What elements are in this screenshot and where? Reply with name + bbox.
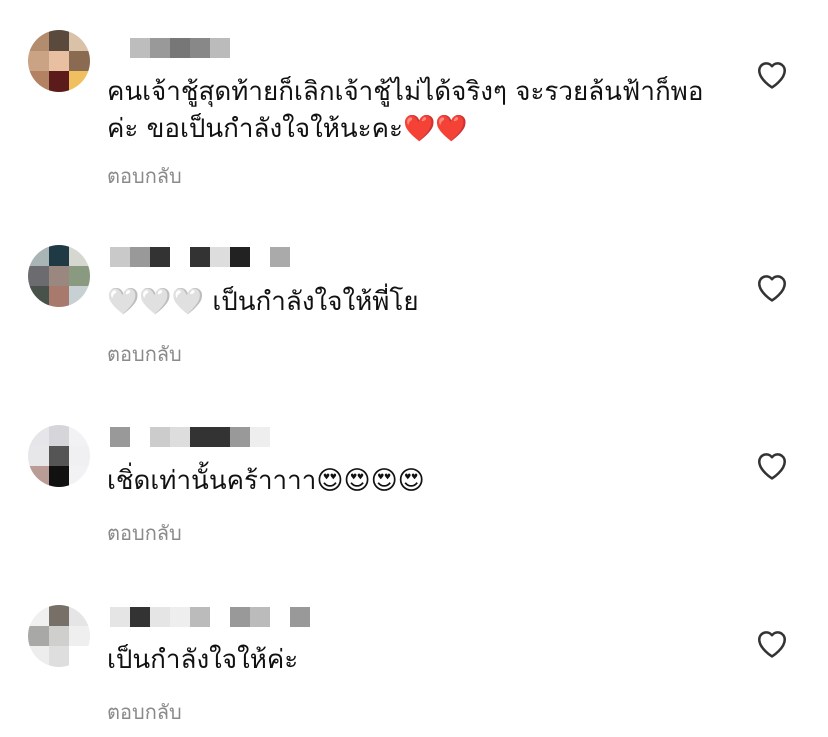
username-pixel — [190, 607, 210, 627]
avatar-pixel — [48, 445, 70, 467]
username-pixel — [130, 38, 150, 58]
heart-emoji: ❤️❤️ — [403, 114, 468, 144]
username-pixel — [110, 427, 130, 447]
heart-eyes-emoji: 😍😍😍😍 — [316, 466, 425, 496]
username-pixel — [150, 38, 170, 58]
comment-body: เป็นกำลังใจให้ค่ะ — [107, 645, 299, 675]
avatar-pixel — [69, 605, 90, 626]
avatar-pixel — [28, 50, 49, 72]
heart-icon[interactable] — [755, 58, 789, 90]
username-pixel — [270, 247, 290, 267]
avatar-pixel — [28, 265, 49, 287]
avatar[interactable] — [28, 605, 90, 667]
username-pixel — [150, 247, 170, 267]
avatar-pixel — [69, 71, 90, 92]
avatar-pixel — [48, 286, 70, 307]
username-pixel — [210, 38, 230, 58]
reply-button[interactable]: ตอบกลับ — [107, 517, 182, 549]
avatar[interactable] — [28, 425, 90, 487]
avatar-pixel — [28, 425, 49, 446]
username-pixel — [210, 607, 230, 627]
reply-button[interactable]: ตอบกลับ — [107, 338, 182, 370]
reply-button[interactable]: ตอบกลับ — [107, 160, 182, 192]
avatar-pixel — [28, 466, 49, 487]
avatar-pixel — [48, 425, 70, 446]
avatar-pixel — [69, 265, 90, 287]
avatar-pixel — [69, 245, 90, 266]
username-pixel — [190, 247, 210, 267]
avatar-pixel — [69, 50, 90, 72]
avatar-pixel — [48, 245, 70, 266]
username[interactable] — [110, 247, 290, 267]
avatar-pixel — [48, 50, 70, 72]
username-pixel — [210, 247, 230, 267]
heart-icon[interactable] — [755, 627, 789, 659]
avatar-pixel — [69, 646, 90, 667]
username-pixel — [130, 427, 150, 447]
heart-icon[interactable] — [755, 271, 789, 303]
username-pixel — [190, 38, 210, 58]
username-pixel — [230, 247, 250, 267]
avatar-pixel — [69, 466, 90, 487]
comment-text: 🤍🤍🤍 เป็นกำลังใจให้พี่โย — [106, 284, 727, 321]
heart-icon[interactable] — [755, 449, 789, 481]
username-pixel — [170, 607, 190, 627]
username-pixel — [250, 607, 270, 627]
comment-body: เชิ่ดเท่านั้นคร้าาาา — [107, 466, 317, 496]
username-pixel — [110, 607, 130, 627]
avatar-pixel — [48, 646, 70, 667]
avatar-pixel — [48, 30, 70, 51]
avatar-pixel — [28, 245, 49, 266]
avatar-pixel — [28, 286, 49, 307]
username[interactable] — [110, 38, 230, 58]
username-pixel — [270, 607, 290, 627]
username[interactable] — [110, 427, 270, 447]
comment-text: คนเจ้าชู้สุดท้ายก็เลิกเจ้าชู้ไม่ได้จริงๆ… — [107, 74, 727, 148]
avatar-pixel — [28, 625, 49, 647]
avatar-pixel — [28, 646, 49, 667]
avatar-pixel — [28, 605, 49, 626]
reply-button[interactable]: ตอบกลับ — [107, 696, 182, 728]
avatar[interactable] — [28, 30, 90, 92]
comment-body: เป็นกำลังใจให้พี่โย — [212, 287, 419, 317]
avatar-pixel — [28, 71, 49, 92]
white-heart-emoji: 🤍🤍🤍 — [106, 287, 205, 318]
username-pixel — [210, 427, 230, 447]
avatar-pixel — [48, 466, 70, 487]
username-pixel — [170, 38, 190, 58]
username[interactable] — [110, 607, 310, 627]
username-pixel — [170, 247, 190, 267]
username-pixel — [250, 247, 270, 267]
comment-text: เชิ่ดเท่านั้นคร้าาาา😍😍😍😍 — [107, 463, 727, 500]
username-pixel — [190, 427, 210, 447]
username-pixel — [170, 427, 190, 447]
username-pixel — [230, 427, 250, 447]
avatar-pixel — [48, 71, 70, 92]
username-pixel — [150, 427, 170, 447]
avatar-pixel — [69, 286, 90, 307]
username-pixel — [290, 607, 310, 627]
username-pixel — [230, 607, 250, 627]
username-pixel — [130, 247, 150, 267]
avatar-pixel — [69, 30, 90, 51]
username-pixel — [150, 607, 170, 627]
username-pixel — [110, 247, 130, 267]
avatar-pixel — [69, 625, 90, 647]
avatar-pixel — [48, 625, 70, 647]
avatar-pixel — [69, 445, 90, 467]
username-pixel — [110, 38, 130, 58]
avatar-pixel — [28, 445, 49, 467]
avatar-pixel — [48, 265, 70, 287]
username-pixel — [250, 427, 270, 447]
username-pixel — [130, 607, 150, 627]
comment-text: เป็นกำลังใจให้ค่ะ — [107, 642, 727, 679]
avatar-pixel — [48, 605, 70, 626]
avatar-pixel — [28, 30, 49, 51]
avatar-pixel — [69, 425, 90, 446]
avatar[interactable] — [28, 245, 90, 307]
